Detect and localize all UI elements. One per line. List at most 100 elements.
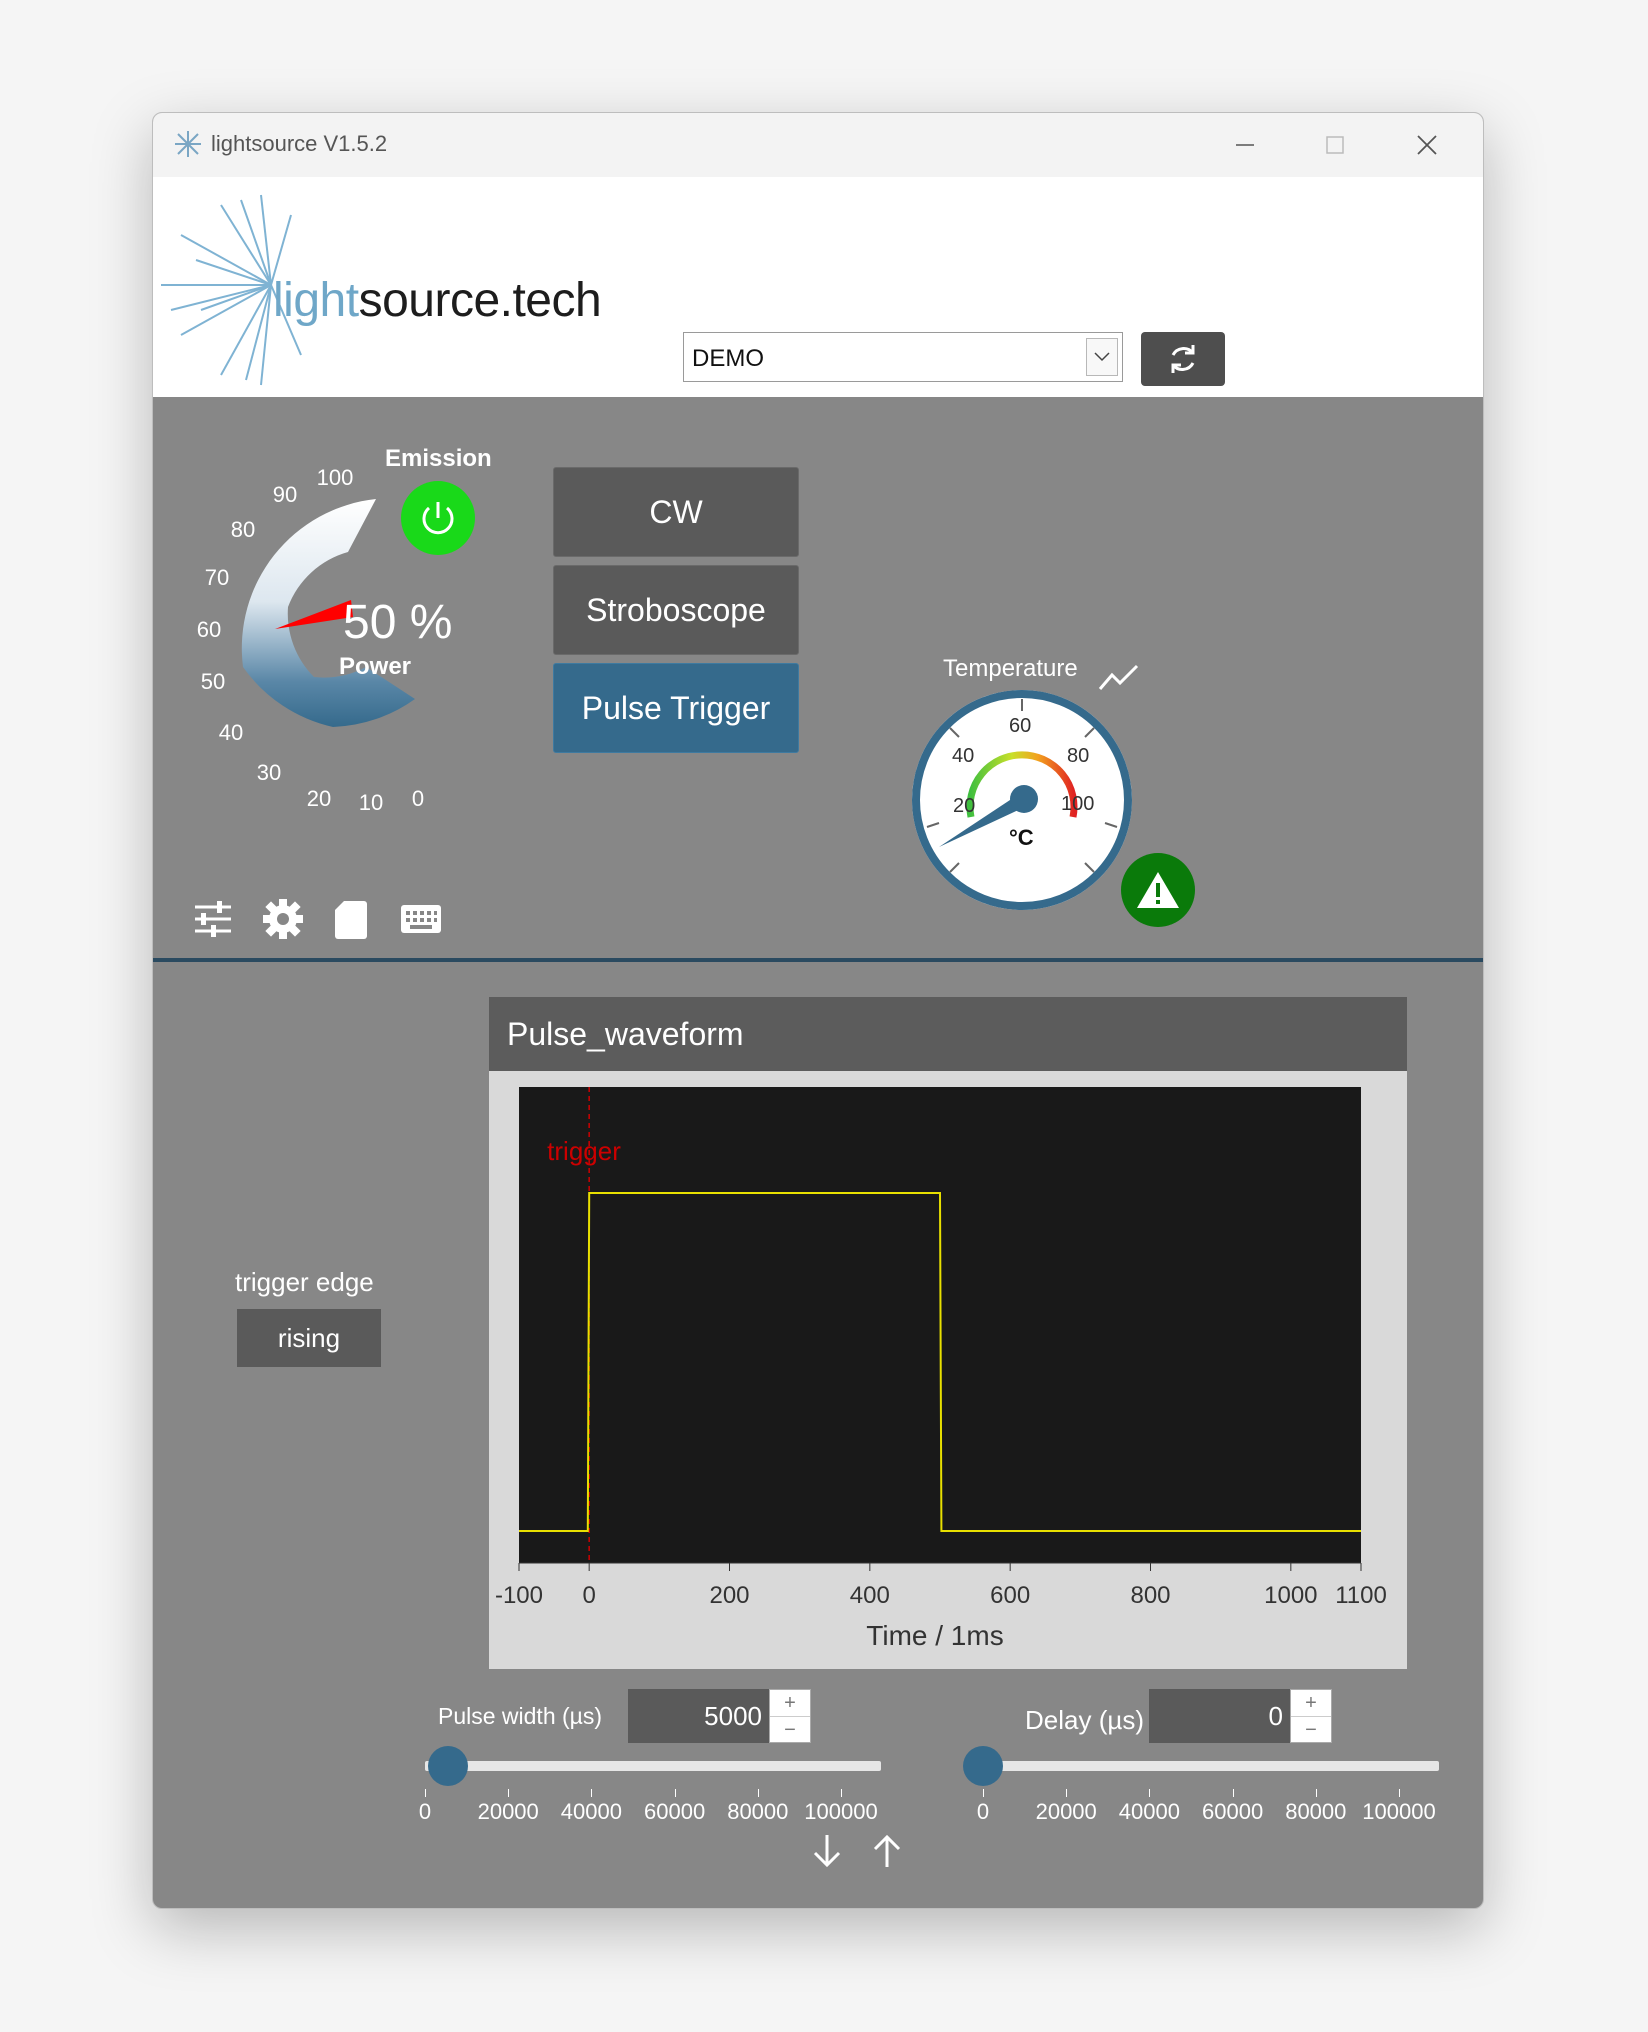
x-tick-label: 600 [990,1582,1030,1609]
pulse-width-thumb[interactable] [427,1746,468,1786]
power-scale-20: 20 [306,786,332,811]
delay-label: Delay (µs) [1025,1705,1144,1735]
settings-button[interactable] [259,895,307,943]
mode-cw-button[interactable]: CW [553,467,799,557]
header: lightsource.tech DEMO [153,177,1483,397]
delay-tick-label: 60000 [1202,1799,1264,1824]
delay-tick-mark [1315,1789,1317,1797]
temperature-label: Temperature [943,655,1078,682]
arrow-down-icon[interactable] [809,1831,845,1871]
gear-icon [263,899,303,939]
power-scale-10: 10 [358,790,384,815]
logo-light: light [273,274,359,327]
temp-scale-60: 60 [1009,715,1032,737]
pulse-width-tick-mark [591,1789,593,1797]
trigger-annotation: trigger [547,1136,621,1166]
x-tick-label: -100 [495,1582,543,1609]
pulse-width-tick-label: 20000 [477,1799,539,1824]
keyboard-button[interactable] [397,895,445,943]
increment-icon[interactable]: + [1291,1690,1331,1717]
pulse-width-tick-mark [508,1789,510,1797]
x-tick-label: 1000 [1264,1582,1317,1609]
delay-thumb[interactable] [963,1746,1003,1786]
pulse-width-spinner[interactable]: + − [769,1689,811,1743]
trigger-edge-label: trigger edge [235,1267,374,1297]
refresh-button[interactable] [1141,332,1225,386]
power-scale-60: 60 [196,617,222,642]
pulse-width-tick-label: 100000 [804,1799,878,1824]
x-axis-label: Time / 1ms [866,1620,1003,1651]
power-scale-0: 0 [411,786,425,811]
minimize-button[interactable] [1215,123,1275,167]
pulse-width-tick-mark [757,1789,759,1797]
delay-tick-mark [1149,1789,1151,1797]
sd-card-button[interactable] [327,895,375,943]
close-button[interactable] [1397,123,1457,167]
pulse-width-tick-label: 0 [418,1799,432,1824]
device-select-value: DEMO [692,345,764,372]
delay-input[interactable]: 0 [1149,1689,1291,1743]
chart-title: Pulse_waveform [489,997,1407,1071]
power-value: 50 % [343,596,453,649]
x-tick-label: 200 [709,1582,749,1609]
delay-tick-mark [1399,1789,1400,1797]
power-scale-30: 30 [256,760,282,785]
pulse-width-tick-label: 40000 [560,1799,622,1824]
keyboard-icon [401,905,441,933]
x-tick-label: 1100 [1335,1582,1387,1609]
temp-scale-80: 80 [1067,745,1090,767]
title-bar: lightsource V1.5.2 [153,113,1483,177]
pulse-width-tick-mark [841,1789,842,1797]
decrement-icon[interactable]: − [770,1717,810,1743]
mode-pulse-trigger-button[interactable]: Pulse Trigger [553,663,799,753]
device-select[interactable]: DEMO [683,332,1123,382]
x-tick-label: 400 [850,1582,890,1609]
power-scale-70: 70 [204,565,230,590]
refresh-icon [1171,345,1195,373]
logo-rest: source.tech [358,274,602,327]
mode-stroboscope-button[interactable]: Stroboscope [553,565,799,655]
delay-tick-label: 20000 [1035,1799,1097,1824]
pulse-waveform-chart: -100 0 200 400 600 800 1000 1100 trigger Time /… [495,1087,1387,1651]
delay-spinner[interactable]: + − [1290,1689,1332,1743]
temp-scale-100: 100 [1061,793,1095,815]
x-tick-label: 800 [1130,1582,1170,1609]
power-label: Power [339,653,412,680]
maximize-icon [1326,136,1344,154]
power-scale-100: 100 [316,465,354,490]
power-scale-50: 50 [200,669,226,694]
temperature-unit: °C [1009,825,1034,850]
trigger-edge-button[interactable]: rising [237,1309,381,1367]
delay-tick-label: 100000 [1362,1799,1436,1824]
delay-tick-mark [1066,1789,1068,1797]
delay-tick-label: 0 [976,1799,990,1824]
power-scale-90: 90 [272,482,298,507]
pulse-width-input[interactable]: 5000 [628,1689,770,1743]
app-logo-icon [175,131,201,157]
maximize-button[interactable] [1305,123,1365,167]
chevron-down-icon[interactable] [1086,338,1118,376]
decrement-icon[interactable]: − [1291,1717,1331,1743]
pulse-waveform-panel: Pulse_waveform -100 0 200 400 600 800 1000 1100… [489,997,1407,1669]
pulse-width-tick-label: 60000 [644,1799,706,1824]
power-scale-40: 40 [218,720,244,745]
temp-scale-20: 20 [953,795,976,817]
increment-icon[interactable]: + [770,1690,810,1717]
delay-tick-mark [1232,1789,1234,1797]
emission-toggle[interactable] [401,481,475,555]
warning-icon [1137,872,1179,908]
delay-track[interactable] [983,1761,1439,1771]
x-tick-label: 0 [582,1582,595,1609]
arrow-up-icon[interactable] [869,1831,905,1871]
sliders-icon [195,901,231,937]
section-divider [153,958,1483,962]
warning-status-button[interactable] [1121,853,1195,927]
sliders-button[interactable] [189,895,237,943]
pulse-width-track[interactable] [425,1761,881,1771]
pulse-width-label: Pulse width (µs) [438,1703,603,1729]
close-icon [1417,135,1437,155]
delay-tick-mark [983,1789,984,1797]
pulse-width-tick-mark [425,1789,426,1797]
minimize-icon [1236,144,1254,146]
app-window: lightsource V1.5.2 lightsource.tech DEMO… [152,112,1484,1909]
